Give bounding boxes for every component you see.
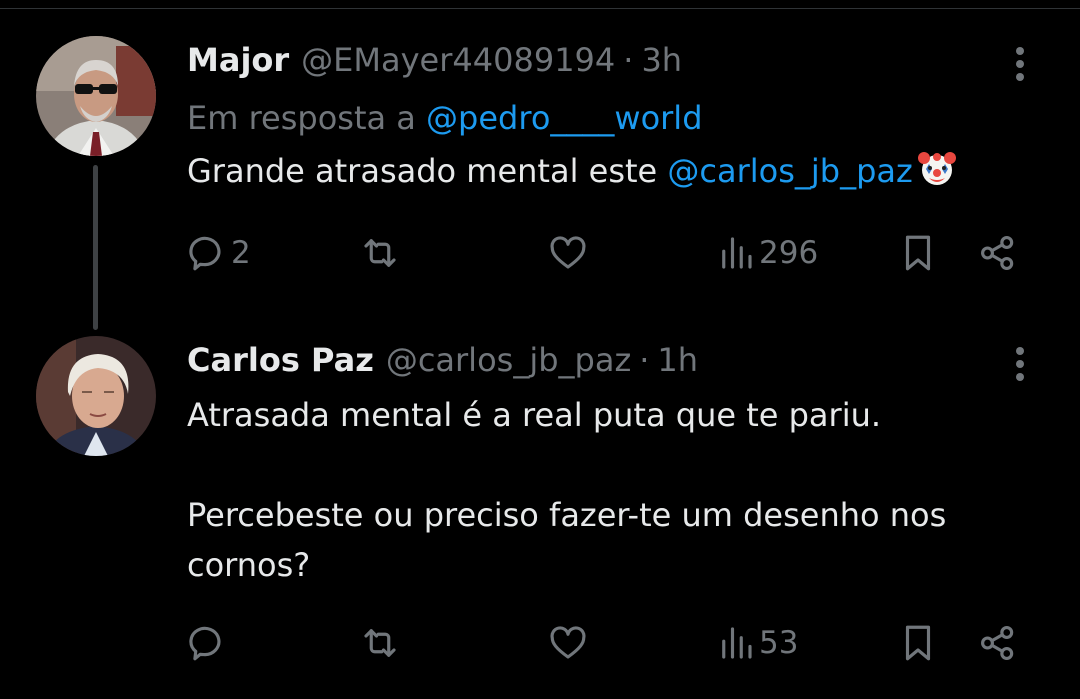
- heart-icon: [550, 626, 586, 659]
- views-button[interactable]: 53: [715, 618, 798, 668]
- like-button[interactable]: [547, 618, 589, 668]
- author-handle[interactable]: @EMayer44089194: [301, 36, 615, 84]
- more-dot-icon: [1016, 47, 1024, 55]
- tweet-text: Grande atrasado mental este @carlos_jb_p…: [187, 146, 1040, 196]
- author-handle[interactable]: @carlos_jb_paz: [386, 336, 631, 384]
- tweet-text: Atrasada mental é a real puta que te par…: [187, 396, 947, 584]
- reply-prefix: Em resposta a: [187, 99, 416, 137]
- share-button[interactable]: [977, 618, 1019, 668]
- like-button[interactable]: [547, 228, 589, 278]
- share-icon: [981, 236, 1014, 270]
- thread-connector-line: [93, 165, 98, 330]
- more-dot-icon: [1016, 373, 1024, 381]
- separator-dot: ·: [623, 41, 634, 79]
- reply-button[interactable]: 2: [187, 228, 251, 278]
- author-name[interactable]: Major: [187, 36, 289, 84]
- separator-dot: ·: [639, 341, 650, 379]
- heart-icon: [550, 236, 586, 269]
- more-dot-icon: [1016, 60, 1024, 68]
- views-button[interactable]: 296: [715, 228, 818, 278]
- more-options-button[interactable]: [1000, 44, 1040, 84]
- reply-button[interactable]: [187, 618, 231, 668]
- share-icon: [981, 626, 1014, 660]
- reply-to-handle-link[interactable]: @pedro____world: [426, 99, 702, 137]
- views-count: 53: [759, 625, 799, 661]
- bookmark-button[interactable]: [897, 228, 939, 278]
- tweet-text-content: Grande atrasado mental este: [187, 152, 658, 190]
- reply-count: 2: [231, 235, 251, 271]
- reply-icon: [189, 626, 221, 661]
- tweet-timestamp[interactable]: 1h: [657, 336, 698, 384]
- views-count: 296: [759, 235, 819, 271]
- author-name[interactable]: Carlos Paz: [187, 336, 374, 384]
- views-chart-icon: [722, 237, 752, 269]
- avatar-carlos-paz[interactable]: [36, 336, 156, 456]
- tweet-actions-bar: 53: [187, 618, 1024, 668]
- retweet-button[interactable]: [359, 618, 401, 668]
- more-dot-icon: [1016, 360, 1024, 368]
- bookmark-icon: [905, 625, 931, 661]
- bookmark-button[interactable]: [897, 618, 939, 668]
- reply-icon: [189, 236, 221, 271]
- retweet-button[interactable]: [359, 228, 401, 278]
- top-divider: [0, 0, 1080, 9]
- share-button[interactable]: [977, 228, 1019, 278]
- tweet-timestamp[interactable]: 3h: [641, 36, 682, 84]
- mention-link[interactable]: @carlos_jb_paz: [667, 152, 912, 190]
- more-dot-icon: [1016, 347, 1024, 355]
- clown-face-emoji-icon: [917, 148, 957, 188]
- tweet-actions-bar: 2 296: [187, 228, 1024, 278]
- reply-context: Em resposta a @pedro____world: [187, 94, 1040, 142]
- retweet-icon: [364, 239, 396, 267]
- more-dot-icon: [1016, 73, 1024, 81]
- more-options-button[interactable]: [1000, 344, 1040, 384]
- tweet-header: Carlos Paz @carlos_jb_paz · 1h: [187, 336, 1040, 384]
- bookmark-icon: [905, 235, 931, 271]
- views-chart-icon: [722, 627, 752, 659]
- retweet-icon: [364, 629, 396, 657]
- avatar-major[interactable]: [36, 36, 156, 156]
- tweet-header: Major @EMayer44089194 · 3h: [187, 36, 1040, 84]
